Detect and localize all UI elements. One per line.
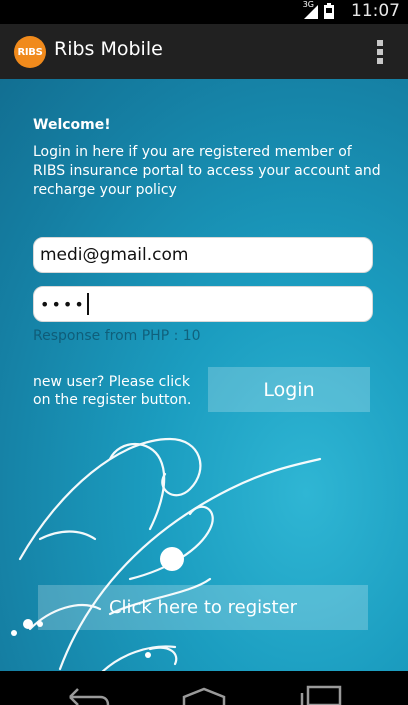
back-icon[interactable] xyxy=(68,685,110,705)
new-user-hint: new user? Please click on the register b… xyxy=(33,374,192,408)
status-bar: 3G 11:07 xyxy=(0,0,408,24)
login-button[interactable]: Login xyxy=(208,367,370,412)
signal-icon xyxy=(304,5,318,19)
battery-icon xyxy=(324,3,334,19)
password-value: •••• xyxy=(40,294,86,314)
action-bar: RIBS Ribs Mobile xyxy=(0,24,408,79)
email-field[interactable]: medi@gmail.com xyxy=(33,237,373,273)
password-field[interactable]: •••• xyxy=(33,286,373,322)
navigation-bar xyxy=(0,671,408,705)
clock: 11:07 xyxy=(351,1,400,21)
swirl-decoration xyxy=(11,437,322,671)
app-title: Ribs Mobile xyxy=(54,38,163,60)
recents-icon[interactable] xyxy=(300,685,342,705)
overflow-menu-icon[interactable] xyxy=(376,40,384,64)
register-button[interactable]: Click here to register xyxy=(38,585,368,630)
welcome-heading: Welcome! xyxy=(33,117,111,133)
email-value: medi@gmail.com xyxy=(40,245,189,265)
text-cursor xyxy=(86,293,89,315)
app-logo: RIBS xyxy=(14,36,46,68)
home-icon[interactable] xyxy=(182,685,226,705)
response-text: Response from PHP : 10 xyxy=(33,328,201,344)
status-icons xyxy=(304,3,334,19)
intro-text: Login in here if you are registered memb… xyxy=(33,144,381,198)
login-screen: Welcome! Login in here if you are regist… xyxy=(0,79,408,671)
